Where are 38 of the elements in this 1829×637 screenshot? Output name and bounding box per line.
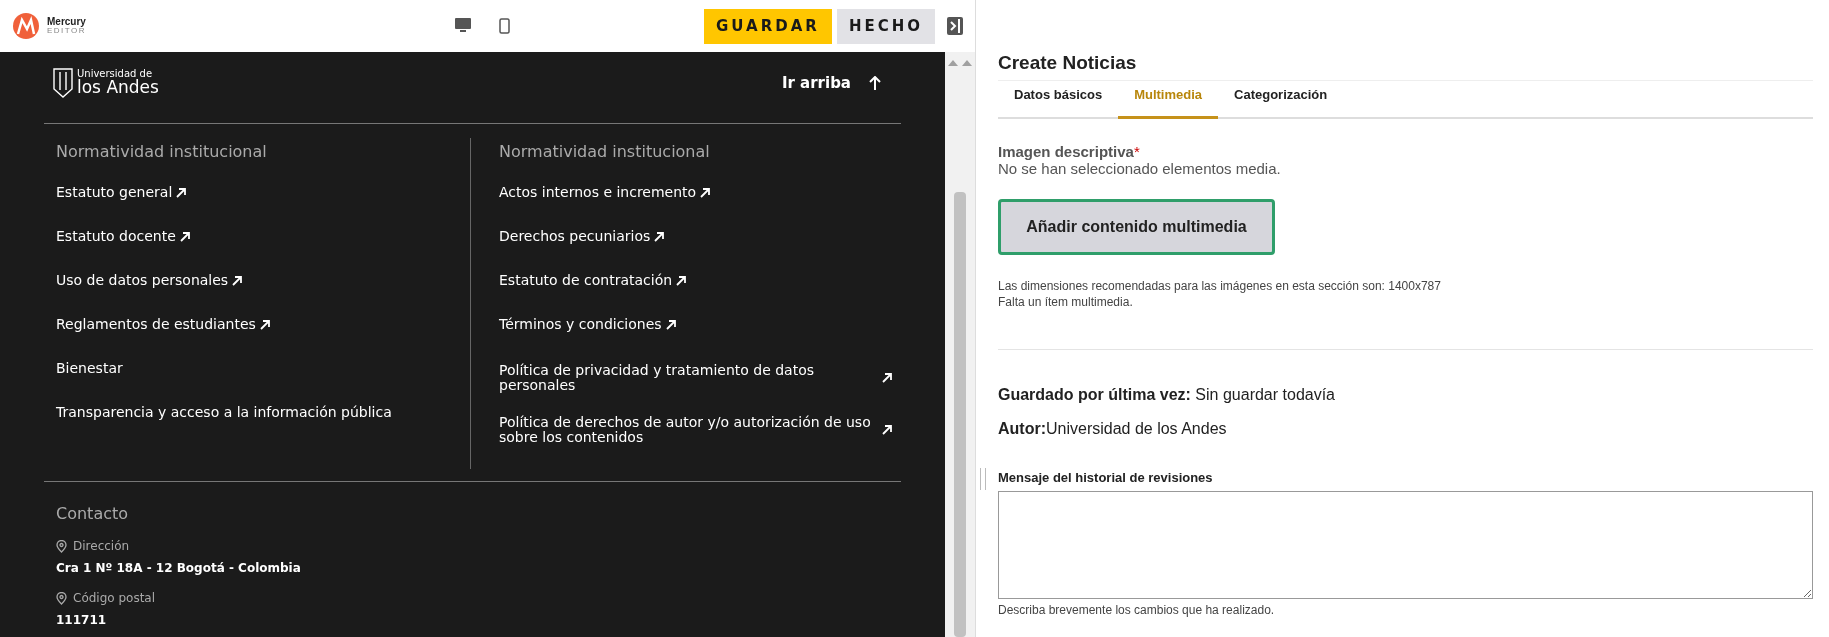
done-button[interactable]: HECHO [836,8,935,44]
add-media-button[interactable]: Añadir contenido multimedia [998,199,1275,255]
hint-text: Describa brevemente los cambios que ha realizado. [998,603,1276,617]
field-label: Imagen descriptiva* [998,143,1141,160]
field-label: Mensaje del historial de revisiones [998,470,1214,485]
tab[interactable]: Categorización [1218,81,1344,119]
back-to-top-link[interactable]: Ir arriba [781,73,881,92]
column-heading: Normatividad institucional [499,142,711,161]
footer-link[interactable]: Bienestar [56,357,470,381]
footer-link[interactable]: Estatuto general [56,181,470,205]
tab[interactable]: Datos básicos [998,81,1119,119]
meta-text: Autor:Universidad de los Andes [998,420,1228,438]
footer-link[interactable]: Reglamentos de estudiantes [56,313,470,337]
footer-link[interactable]: Estatuto de contratación [499,269,901,293]
footer-link[interactable]: Términos y condiciones [499,313,901,337]
logo-text: Universidad de [77,69,154,79]
hint-text: Las dimensiones recomendadas para las imágenes en esta sección son: 1400x787 [998,279,1442,293]
column-heading: Normatividad institucional [56,142,268,161]
footer-link[interactable]: Actos internos e incremento [499,181,901,205]
brand-name: Mercury [47,17,87,27]
meta-text: Guardado por última vez: Sin guardar todavía [998,386,1336,404]
contact-label: Código postal [73,591,156,605]
panel-title: Create Noticias [998,52,1813,81]
brand-subtitle: EDITOR [47,27,87,35]
save-button[interactable]: GUARDAR [704,8,832,44]
empty-media-text: No se han seleccionado elementos media. [998,160,1282,177]
logo-text: los Andes [77,79,159,96]
footer-link[interactable]: Estatuto docente [56,225,470,249]
footer-link[interactable]: Uso de datos personales [56,269,470,293]
footer-link[interactable]: Política de derechos de autor y/o autorización de uso sobre los contenidos [499,409,901,451]
contact-value: Cra 1 Nº 18A - 12 Bogotá - Colombia [56,561,302,575]
footer-link[interactable]: Política de privacidad y tratamiento de datos personales [499,357,901,399]
contact-label: Dirección [73,539,130,553]
contact-heading: Contacto [56,504,130,523]
contact-value: 111711 [56,613,108,627]
hint-text: Falta un ítem multimedia. [998,295,1134,309]
footer-link[interactable]: Derechos pecuniarios [499,225,901,249]
footer-link[interactable]: Transparencia y acceso a la información pública [56,401,470,425]
